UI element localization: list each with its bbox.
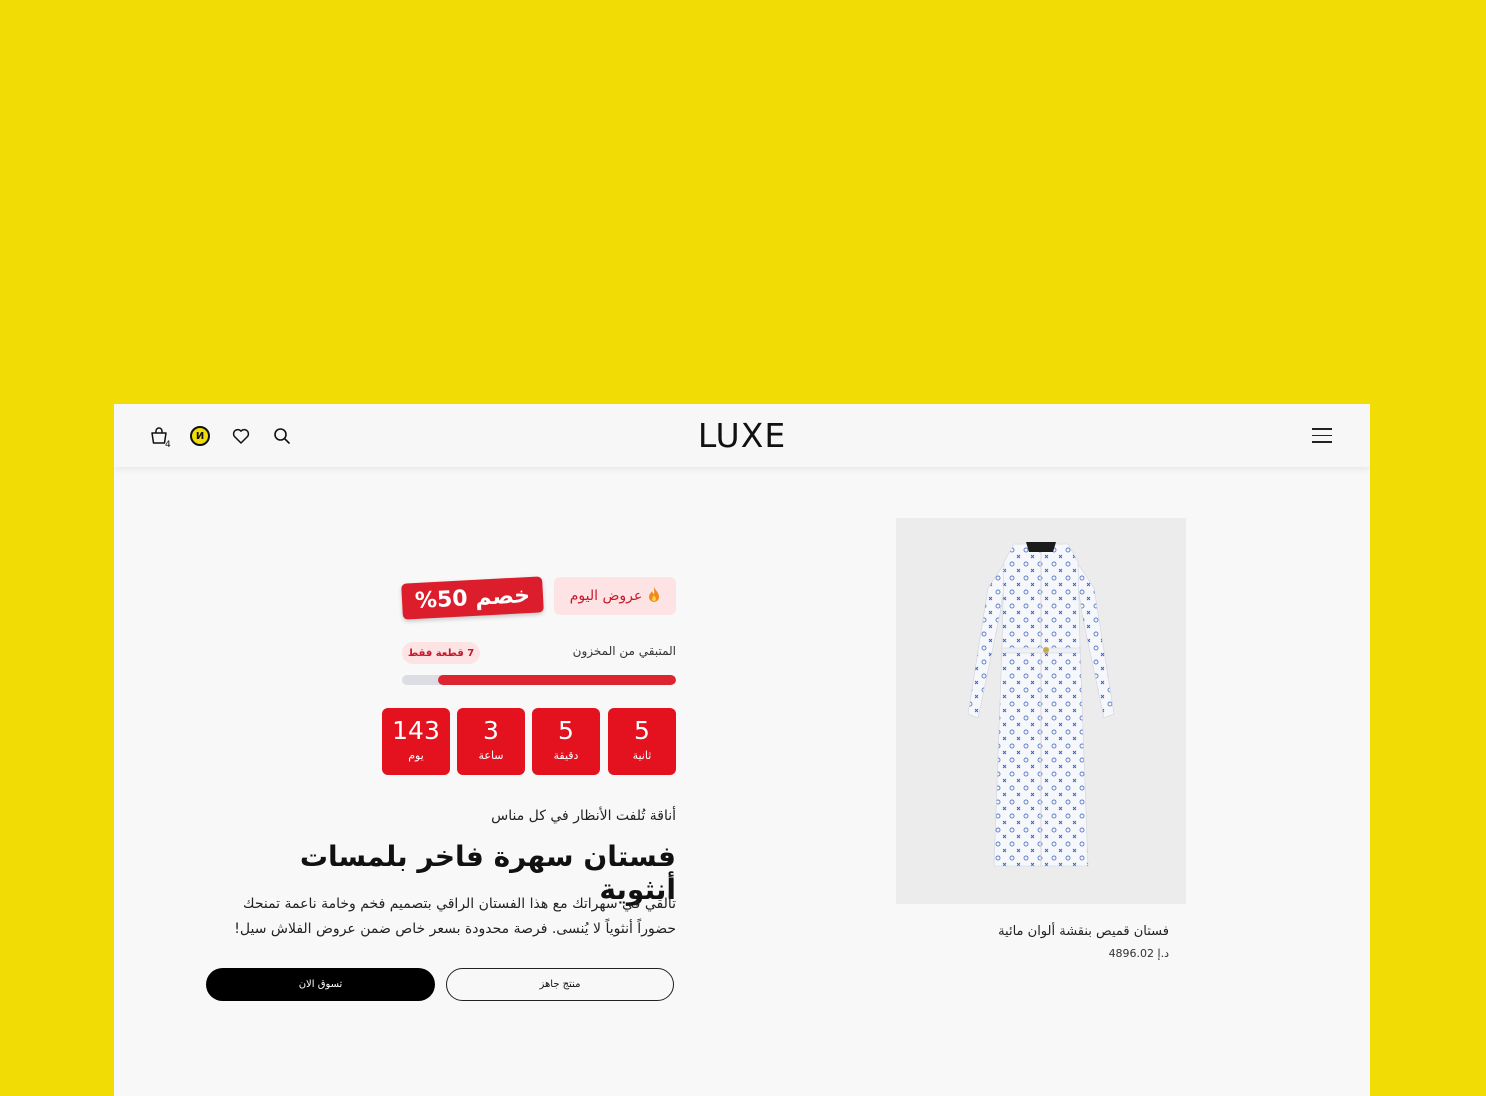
hero-description: تألقي في سهراتك مع هذا الفستان الراقي بت… [234, 896, 676, 937]
heart-icon[interactable] [230, 425, 252, 447]
product-price: 4896.02 د.إ [1108, 947, 1169, 960]
store-window: 4 И LUXE فستان قميص بنقشة ألوان مائية 48… [114, 404, 1370, 1096]
countdown-minutes: 5 دقيقة [532, 708, 600, 775]
countdown-unit: ثانية [632, 749, 652, 762]
countdown-seconds: 5 ثانية [608, 708, 676, 775]
countdown-value: 5 [558, 716, 574, 745]
countdown-value: 5 [634, 716, 650, 745]
cart-count-badge: 4 [165, 440, 171, 450]
product-title[interactable]: فستان قميص بنقشة ألوان مائية [956, 924, 1169, 939]
search-icon[interactable] [271, 425, 293, 447]
shop-now-button[interactable]: تسوق الان [206, 968, 435, 1001]
hero-tagline: أناقة تُلفت الأنظار في كل مناس [491, 808, 676, 824]
stock-label: المتبقي من المخزون [572, 644, 676, 658]
discount-badge: خصم 50% [401, 576, 544, 620]
brand-logo[interactable]: LUXE [684, 416, 800, 455]
deal-label: عروض اليوم [569, 588, 643, 604]
countdown-hours: 3 ساعة [457, 708, 525, 775]
menu-icon[interactable] [1312, 428, 1332, 444]
countdown-value: 143 [392, 716, 440, 745]
product-image[interactable] [896, 518, 1186, 904]
countdown-value: 3 [483, 716, 499, 745]
ready-product-button[interactable]: منتج جاهز [446, 968, 674, 1001]
fire-icon [648, 586, 660, 606]
countdown-unit: ساعة [478, 749, 504, 762]
top-navigation-bar: 4 И LUXE [114, 404, 1370, 467]
countdown-unit: يوم [408, 749, 424, 762]
countdown-unit: دقيقة [553, 749, 579, 762]
stock-remaining-pill: 7 قطعة فقط [402, 642, 480, 664]
countdown-days: 143 يوم [382, 708, 450, 775]
currency-badge-icon[interactable]: И [189, 425, 211, 447]
daily-deals-badge: عروض اليوم [554, 577, 676, 615]
stock-progress-bar [402, 675, 676, 685]
stock-progress-fill [437, 675, 676, 685]
